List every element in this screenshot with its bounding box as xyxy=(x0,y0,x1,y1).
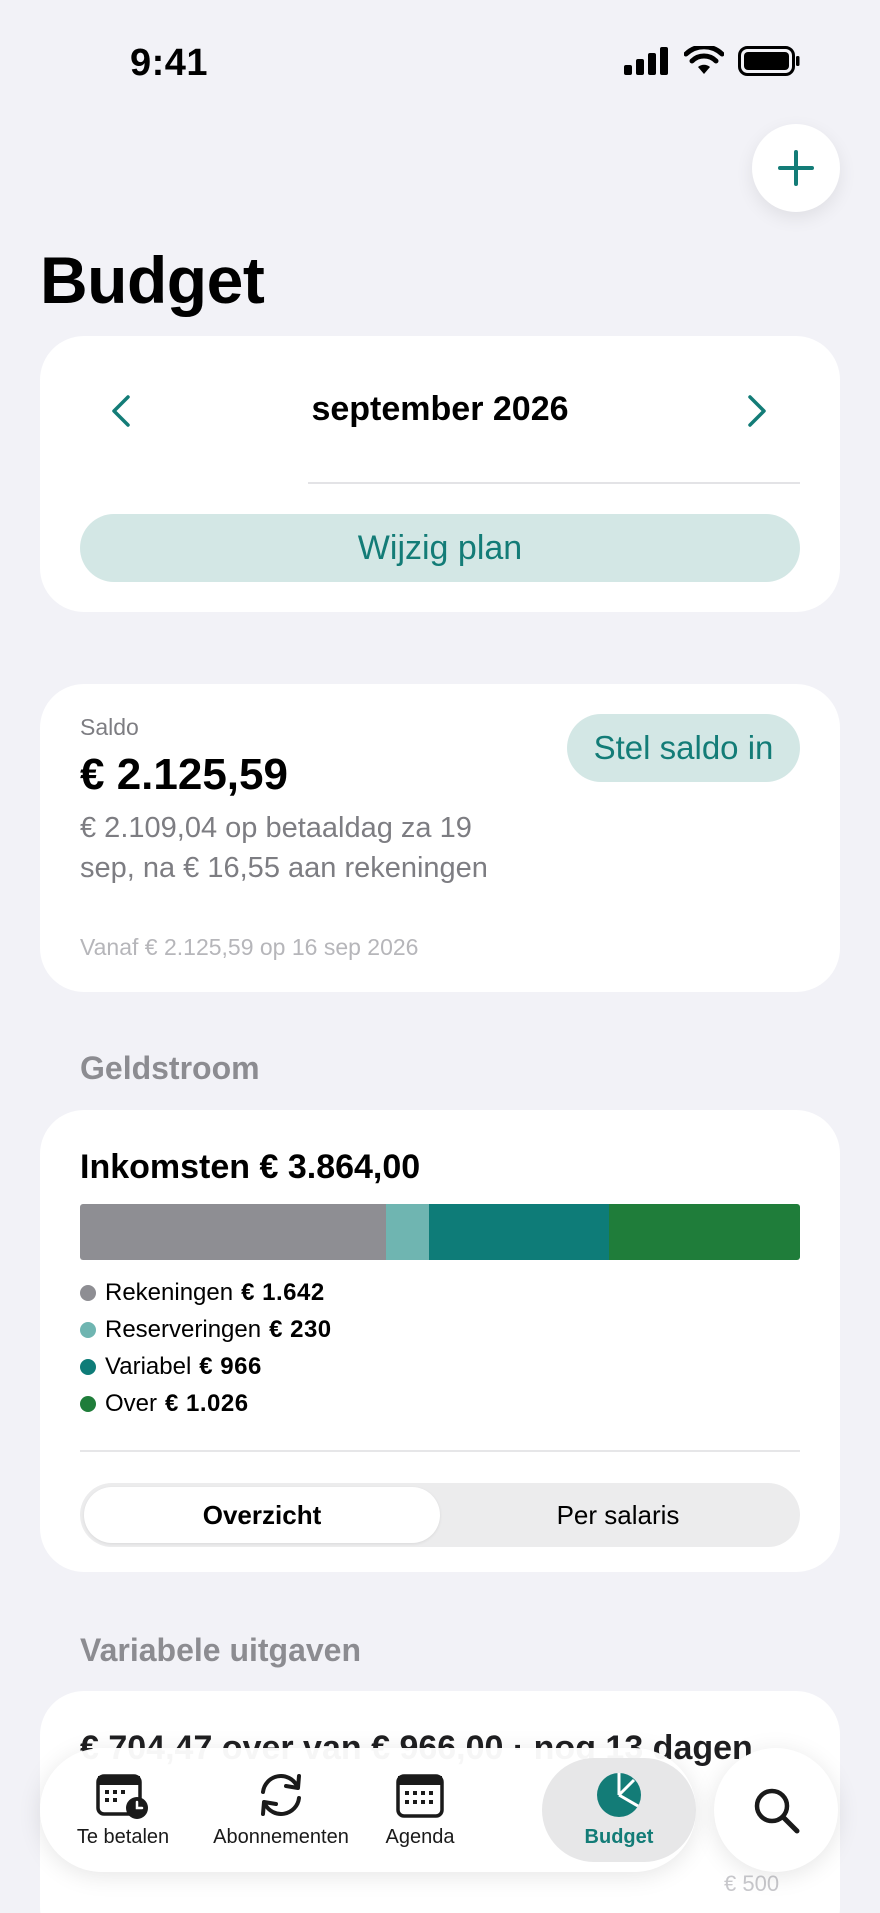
legend-label: Over xyxy=(105,1389,158,1417)
tab-label: Te betalen xyxy=(76,1826,170,1848)
tab-abonnementen[interactable]: Abonnementen xyxy=(194,1758,368,1862)
geldstroom-card: Inkomsten € 3.864,00 Rekeningen € 1.642 Re… xyxy=(40,1110,840,1572)
view-segmented-control: Overzicht Per salaris xyxy=(80,1483,800,1547)
variabele-title: Variabele uitgaven xyxy=(80,1632,362,1668)
tab-label: Agenda xyxy=(385,1826,455,1848)
legend-value: € 230 xyxy=(269,1315,332,1343)
legend-dot xyxy=(80,1321,96,1338)
tab-agenda[interactable]: Agenda xyxy=(368,1758,472,1862)
legend-value: € 966 xyxy=(199,1352,262,1380)
legend-dot xyxy=(80,1395,96,1412)
tab-bar: Te betalen Abonnementen Agenda Budget xyxy=(40,1748,696,1872)
calendar-icon xyxy=(396,1774,444,1818)
add-button[interactable] xyxy=(752,124,840,212)
legend-item: Reserveringen € 230 xyxy=(80,1311,332,1348)
income-total: Inkomsten € 3.864,00 xyxy=(80,1148,421,1186)
page-title: Budget xyxy=(40,243,265,317)
plus-icon xyxy=(778,150,814,186)
tab-label: Budget xyxy=(584,1826,654,1848)
legend-label: Rekeningen xyxy=(105,1278,234,1306)
legend-item: Rekeningen € 1.642 xyxy=(80,1274,332,1311)
cashflow-segment-over xyxy=(608,1204,800,1260)
cashflow-segment-rekeningen xyxy=(80,1204,386,1260)
calendar-clock-icon xyxy=(96,1774,148,1819)
cashflow-segment-reserveringen xyxy=(385,1204,429,1260)
search-button[interactable] xyxy=(714,1748,838,1872)
battery-icon xyxy=(738,46,800,76)
next-month-button[interactable] xyxy=(734,388,780,434)
wifi-icon xyxy=(684,46,724,74)
tab-te-betalen[interactable]: Te betalen xyxy=(52,1758,194,1862)
refresh-icon xyxy=(261,1774,301,1816)
status-time: 9:41 xyxy=(130,42,209,84)
legend-item: Over € 1.026 xyxy=(80,1385,332,1422)
legend-label: Reserveringen xyxy=(105,1315,262,1343)
month-underline xyxy=(308,482,800,484)
month-card: september 2026 Wijzig plan xyxy=(40,336,840,612)
chart-axis-label: € 500 xyxy=(724,1871,780,1896)
status-icons xyxy=(624,46,800,76)
segment-overzicht[interactable]: Overzicht xyxy=(84,1487,440,1543)
search-icon xyxy=(754,1788,800,1834)
legend-label: Variabel xyxy=(105,1352,192,1380)
cashflow-segment-variabel xyxy=(428,1204,609,1260)
chevron-right-icon xyxy=(748,395,766,427)
legend-dot xyxy=(80,1284,96,1301)
cellular-signal-icon xyxy=(624,47,668,75)
saldo-label: Saldo xyxy=(80,714,139,740)
tab-label: Abonnementen xyxy=(213,1826,349,1848)
saldo-description: € 2.109,04 op betaaldag za 19 sep, na € … xyxy=(80,812,488,884)
segment-per-salaris[interactable]: Per salaris xyxy=(440,1487,796,1543)
legend-value: € 1.642 xyxy=(241,1278,325,1306)
cashflow-bar xyxy=(80,1204,800,1260)
saldo-amount: € 2.125,59 xyxy=(80,750,288,799)
legend-dot xyxy=(80,1358,96,1375)
edit-plan-button[interactable]: Wijzig plan xyxy=(80,514,800,582)
divider xyxy=(80,1450,800,1452)
cashflow-legend: Rekeningen € 1.642 Reserveringen € 230 Varia… xyxy=(80,1274,332,1422)
status-bar: 9:41 xyxy=(0,0,880,130)
pie-chart-icon xyxy=(597,1773,641,1817)
legend-item: Variabel € 966 xyxy=(80,1348,332,1385)
geldstroom-title: Geldstroom xyxy=(80,1050,260,1086)
saldo-card: Saldo € 2.125,59 € 2.109,04 op betaaldag… xyxy=(40,684,840,992)
saldo-since: Vanaf € 2.125,59 op 16 sep 2026 xyxy=(80,934,419,960)
legend-value: € 1.026 xyxy=(165,1389,249,1417)
month-label[interactable]: september 2026 xyxy=(40,390,840,429)
tab-budget[interactable]: Budget xyxy=(542,1758,696,1862)
set-saldo-button[interactable]: Stel saldo in xyxy=(567,714,800,782)
